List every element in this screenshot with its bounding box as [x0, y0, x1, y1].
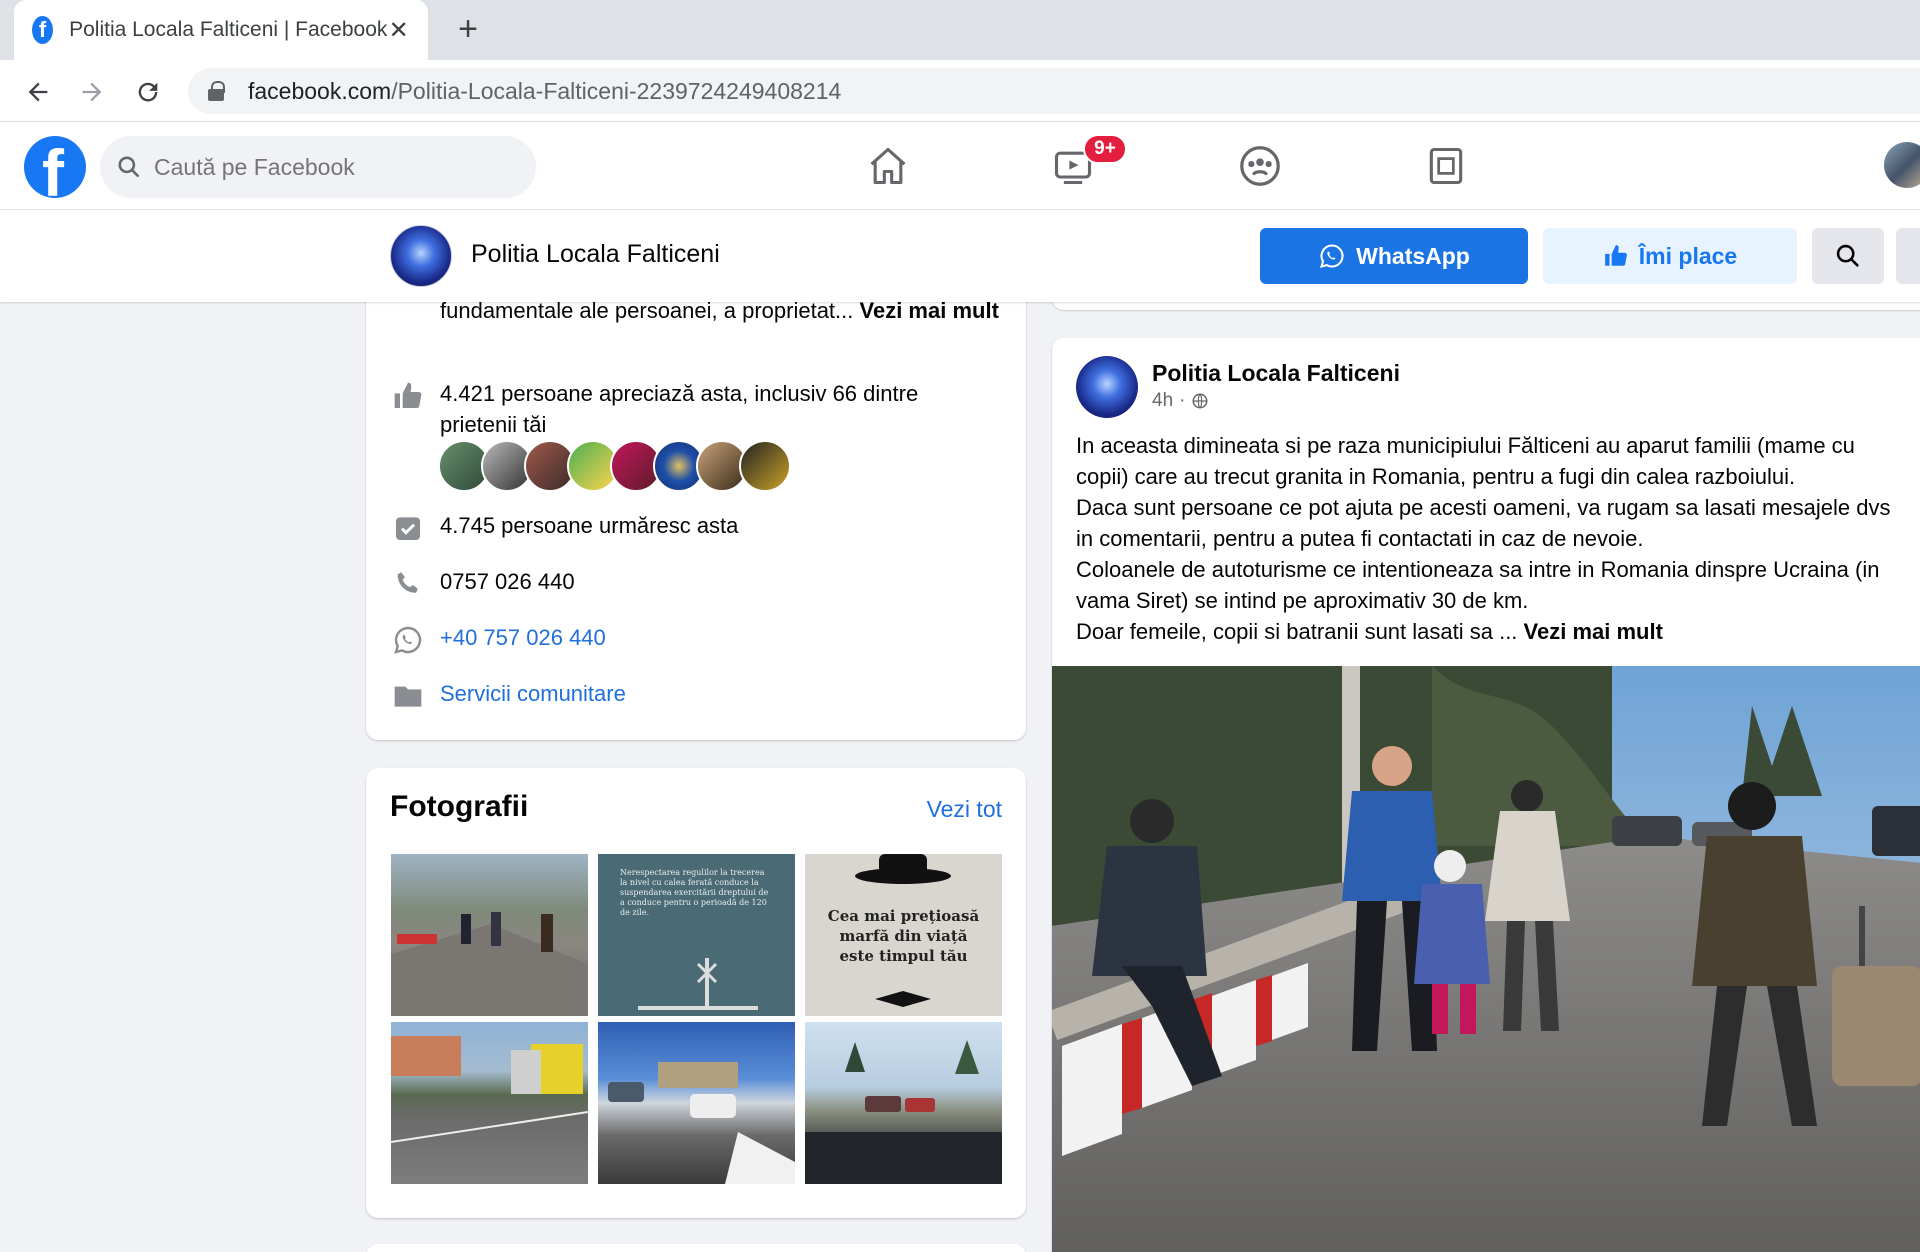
phone-icon [390, 566, 426, 602]
back-arrow-icon[interactable] [20, 74, 56, 110]
facebook-logo[interactable]: f [24, 136, 86, 198]
like-label: Îmi place [1638, 242, 1738, 269]
url-text: facebook.com/Politia-Locala-Falticeni-22… [248, 77, 842, 104]
browser-tab-bar: f Politia Locala Falticeni | Facebook ✕ … [0, 0, 1920, 60]
address-bar: facebook.com/Politia-Locala-Falticeni-22… [0, 60, 1920, 122]
check-box-icon [390, 510, 426, 546]
photo-thumbnail[interactable] [391, 854, 588, 1016]
forward-arrow-icon[interactable] [74, 74, 110, 110]
notification-badge: 9+ [1083, 134, 1127, 164]
post-text-line: Doar femeile, copii si batranii sunt las… [1076, 619, 1663, 644]
post-photo[interactable] [1052, 666, 1920, 1252]
post-text: In aceasta dimineata si pe raza municipi… [1076, 430, 1920, 647]
phone-row: 0757 026 440 [390, 566, 960, 602]
url-field[interactable]: facebook.com/Politia-Locala-Falticeni-22… [188, 68, 1920, 114]
photo-thumbnail[interactable]: Nerespectarea regulilor la trecerea la n… [598, 854, 795, 1016]
thumbs-up-icon [390, 378, 426, 414]
page-name[interactable]: Politia Locala Falticeni [471, 240, 720, 269]
category-row: Servicii comunitare [390, 678, 960, 714]
phone-number: 0757 026 440 [440, 569, 575, 594]
lock-icon [208, 81, 225, 101]
whatsapp-label: WhatsApp [1356, 242, 1470, 269]
post-author-avatar[interactable] [1076, 356, 1138, 418]
category-link[interactable]: Servicii comunitare [440, 678, 960, 709]
post-text-line: vama Siret) se intind pe aproximativ 30 … [1076, 588, 1529, 613]
whatsapp-icon [1320, 244, 1344, 268]
reload-icon[interactable] [130, 74, 166, 110]
user-avatar[interactable] [1884, 142, 1920, 188]
groups-icon[interactable] [1232, 140, 1288, 192]
photos-title: Fotografii [390, 790, 529, 823]
page-avatar[interactable] [390, 225, 452, 287]
post-author[interactable]: Politia Locala Falticeni [1152, 360, 1400, 387]
tab-title: Politia Locala Falticeni | Facebook [69, 18, 388, 41]
friends-avatars [438, 440, 791, 492]
search-icon [1836, 244, 1859, 267]
browser-tab[interactable]: f Politia Locala Falticeni | Facebook ✕ [14, 0, 428, 60]
photos-card: Fotografii Vezi tot Nerespectarea reguli… [366, 768, 1026, 1218]
post-see-more-link[interactable]: Vezi mai mult [1524, 619, 1663, 644]
post-time[interactable]: 4h [1152, 390, 1173, 412]
search-icon [118, 156, 139, 177]
gaming-icon[interactable] [1418, 140, 1474, 192]
meta-separator: · [1179, 390, 1186, 411]
new-tab-button[interactable]: + [450, 10, 486, 50]
followers-count: 4.745 persoane urmăresc asta [440, 513, 739, 538]
search-input[interactable] [154, 153, 514, 181]
post-text-line: In aceasta dimineata si pe raza municipi… [1076, 433, 1855, 458]
tab-close-icon[interactable]: ✕ [387, 16, 410, 45]
thumbs-up-icon [1604, 245, 1627, 266]
whatsapp-icon [390, 622, 426, 658]
feed-post: Politia Locala Falticeni 4h · ··· In ace… [1052, 338, 1920, 1252]
like-page-button[interactable]: Îmi place [1543, 228, 1797, 284]
photo-thumbnail[interactable] [805, 1022, 1002, 1184]
folder-icon [390, 678, 426, 714]
likes-count: 4.421 persoane apreciază asta, inclusiv … [440, 381, 919, 437]
photo-thumbnail[interactable] [391, 1022, 588, 1184]
see-all-photos-link[interactable]: Vezi tot [927, 796, 1002, 823]
post-text-line: Daca sunt persoane ce pot ajuta pe acest… [1076, 495, 1891, 520]
home-icon[interactable] [860, 140, 916, 192]
facebook-top-nav: f 9+ [0, 122, 1920, 210]
whatsapp-button[interactable]: WhatsApp [1260, 228, 1528, 284]
post-text-line: in comentarii, pentru a putea fi contact… [1076, 526, 1644, 551]
likes-row: 4.421 persoane apreciază asta, inclusiv … [390, 378, 960, 440]
facebook-favicon: f [32, 16, 54, 44]
page-search-button[interactable] [1812, 228, 1884, 284]
post-text-line: Coloanele de autoturisme ce intentioneaz… [1076, 557, 1880, 582]
post-text-line: copii) care au trecut granita in Romania… [1076, 464, 1796, 489]
next-card [366, 1244, 1026, 1252]
whatsapp-row: +40 757 026 440 [390, 622, 960, 658]
facebook-search[interactable] [100, 136, 536, 198]
intro-card: fundamentale ale persoanei, a proprietat… [366, 250, 1026, 740]
followers-row: 4.745 persoane urmăresc asta [390, 510, 960, 546]
more-options-button[interactable] [1896, 228, 1920, 284]
friend-avatar[interactable] [739, 440, 791, 492]
page-header-bar: Politia Locala Falticeni WhatsApp Îmi pl… [0, 210, 1920, 302]
globe-icon [1192, 393, 1208, 409]
photo-thumbnail[interactable]: Cea mai prețioasă marfă din viață este t… [805, 854, 1002, 1016]
photo-caption: Cea mai prețioasă marfă din viață este t… [827, 907, 980, 965]
photo-thumbnail[interactable] [598, 1022, 795, 1184]
whatsapp-number-link[interactable]: +40 757 026 440 [440, 622, 960, 653]
post-meta: 4h · [1152, 390, 1209, 412]
